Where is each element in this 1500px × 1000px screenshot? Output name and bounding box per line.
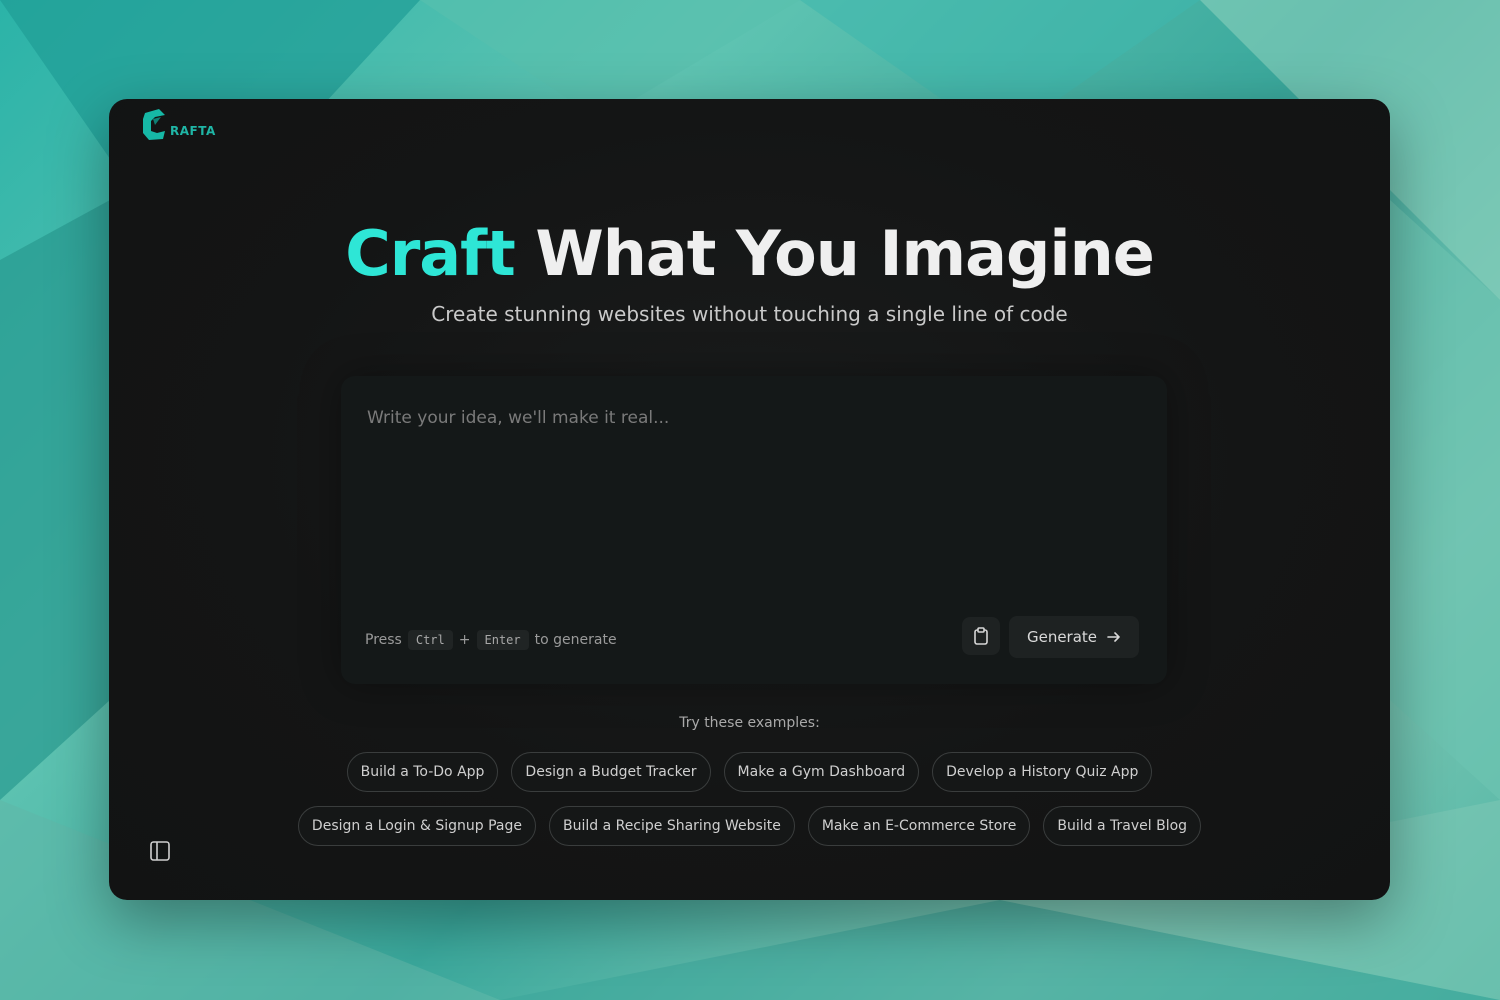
- examples-row-2: Design a Login & Signup Page Build a Rec…: [109, 806, 1390, 846]
- hint-press: Press: [365, 632, 402, 648]
- kbd-ctrl: Ctrl: [407, 630, 453, 650]
- app-logo[interactable]: RAFTA: [141, 107, 216, 141]
- example-chip[interactable]: Build a Recipe Sharing Website: [548, 806, 795, 846]
- page-title: Craft What You Imagine: [109, 217, 1390, 290]
- idea-input[interactable]: [365, 406, 1139, 610]
- sidebar-toggle-button[interactable]: [149, 840, 171, 862]
- crafta-logo-icon: [143, 109, 165, 140]
- logo-text: RAFTA: [170, 124, 216, 138]
- kbd-enter: Enter: [476, 630, 529, 650]
- example-chip[interactable]: Design a Budget Tracker: [511, 752, 711, 792]
- example-chip[interactable]: Build a To-Do App: [346, 752, 499, 792]
- example-chip[interactable]: Develop a History Quiz App: [932, 752, 1153, 792]
- examples-label: Try these examples:: [679, 715, 820, 731]
- app-window: RAFTA Craft What You Imagine Create stun…: [109, 99, 1390, 900]
- sidebar-toggle-icon: [150, 841, 170, 861]
- examples-row-1: Build a To-Do App Design a Budget Tracke…: [109, 752, 1390, 792]
- hint-plus: +: [458, 632, 471, 648]
- generate-button[interactable]: Generate: [1009, 616, 1139, 658]
- hint-suffix: to generate: [534, 632, 617, 648]
- clipboard-button[interactable]: [962, 617, 1000, 655]
- example-chip[interactable]: Build a Travel Blog: [1043, 806, 1202, 846]
- example-chip[interactable]: Make an E-Commerce Store: [807, 806, 1031, 846]
- keyboard-hint: Press Ctrl + Enter to generate: [365, 630, 617, 650]
- generate-label: Generate: [1026, 628, 1098, 646]
- example-chip[interactable]: Make a Gym Dashboard: [723, 752, 920, 792]
- title-accent: Craft: [345, 217, 516, 290]
- prompt-card: Press Ctrl + Enter to generate Generate: [341, 376, 1167, 684]
- title-rest: What You Imagine: [514, 217, 1154, 290]
- clipboard-icon: [974, 627, 988, 645]
- arrow-right-icon: [1107, 632, 1120, 642]
- example-chip[interactable]: Design a Login & Signup Page: [297, 806, 536, 846]
- page-subtitle: Create stunning websites without touchin…: [431, 302, 1068, 326]
